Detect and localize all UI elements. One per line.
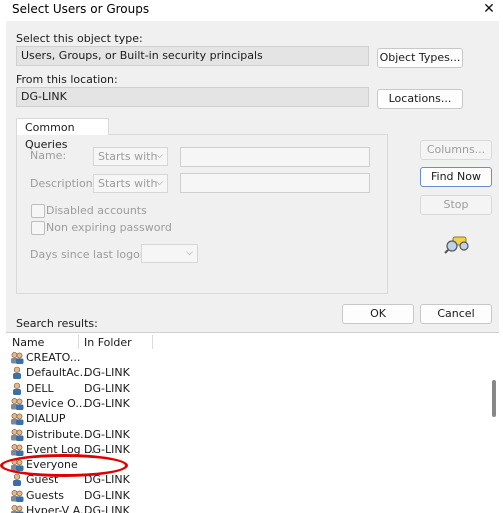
group-icon xyxy=(10,412,24,425)
list-item[interactable]: Device O...DG-LINK xyxy=(6,396,486,411)
window-title: Select Users or Groups xyxy=(12,2,149,16)
search-icon xyxy=(443,234,469,254)
row-folder: DG-LINK xyxy=(84,381,130,396)
search-results-label: Search results: xyxy=(16,317,98,330)
column-header-folder[interactable]: In Folder xyxy=(84,336,132,349)
list-item[interactable]: Event Log ...DG-LINK xyxy=(6,442,486,457)
row-name: Guest xyxy=(26,472,58,487)
row-folder: DG-LINK xyxy=(84,427,130,442)
scrollbar-track[interactable] xyxy=(488,353,497,511)
group-icon xyxy=(10,489,24,502)
list-item[interactable]: Distribute...DG-LINK xyxy=(6,427,486,442)
row-name: CREATO... xyxy=(26,350,80,365)
list-item[interactable]: Guest DG-LINK xyxy=(6,472,486,487)
object-type-label: Select this object type: xyxy=(16,32,143,45)
columns-button[interactable]: Columns... xyxy=(420,140,492,160)
days-since-logon-label: Days since last logon: xyxy=(30,248,151,261)
title-bar: Select Users or Groups ✕ xyxy=(0,0,503,21)
scrollbar-thumb[interactable] xyxy=(492,380,496,417)
ok-button[interactable]: OK xyxy=(342,304,414,324)
object-types-button[interactable]: Object Types... xyxy=(377,48,463,68)
row-folder: DG-LINK xyxy=(84,472,130,487)
row-name: DELL xyxy=(26,381,54,396)
list-item[interactable]: Guests DG-LINK xyxy=(6,488,486,503)
non-expiring-checkbox[interactable] xyxy=(31,221,45,235)
user-icon xyxy=(10,366,24,379)
list-item[interactable]: DELL DG-LINK xyxy=(6,381,486,396)
row-folder: DG-LINK xyxy=(84,442,130,457)
close-icon[interactable]: ✕ xyxy=(480,0,498,18)
column-divider[interactable] xyxy=(78,335,79,349)
group-icon xyxy=(10,397,24,410)
list-item[interactable]: Everyone xyxy=(6,457,486,472)
user-icon xyxy=(10,382,24,395)
description-label: Description: xyxy=(30,177,96,190)
row-name: DIALUP xyxy=(26,411,66,426)
row-name: Device O... xyxy=(26,396,86,411)
days-since-logon-select[interactable]: ⌵ xyxy=(141,244,198,263)
disabled-accounts-checkbox[interactable] xyxy=(31,204,45,218)
row-name: Guests xyxy=(26,488,64,503)
location-label: From this location: xyxy=(16,73,118,86)
list-item[interactable]: DIALUP xyxy=(6,411,486,426)
row-name: Everyone xyxy=(26,457,78,472)
cancel-button[interactable]: Cancel xyxy=(420,304,492,324)
find-now-button[interactable]: Find Now xyxy=(420,167,492,187)
non-expiring-label: Non expiring password xyxy=(46,221,172,234)
group-icon xyxy=(10,443,24,456)
row-folder: DG-LINK xyxy=(84,488,130,503)
dialog-body: Select this object type: Users, Groups, … xyxy=(6,21,499,334)
row-name: Distribute... xyxy=(26,427,91,442)
list-item[interactable]: DefaultAc...DG-LINK xyxy=(6,365,486,380)
disabled-accounts-label: Disabled accounts xyxy=(46,204,147,217)
stop-button[interactable]: Stop xyxy=(420,195,492,215)
tab-common-queries[interactable]: Common Queries xyxy=(16,118,109,135)
name-input[interactable] xyxy=(180,147,370,167)
chevron-down-icon: ⌵ xyxy=(156,175,163,192)
column-header-name[interactable]: Name xyxy=(12,336,44,349)
user-icon xyxy=(10,473,24,486)
search-results-list[interactable]: Name In Folder CREATO...DefaultAc...DG-L… xyxy=(6,332,499,513)
object-type-field: Users, Groups, or Built-in security prin… xyxy=(16,46,369,66)
name-mode-select[interactable]: Starts with ⌵ xyxy=(93,147,168,166)
name-label: Name: xyxy=(30,149,66,162)
chevron-down-icon: ⌵ xyxy=(156,148,163,165)
description-input[interactable] xyxy=(180,173,370,193)
group-icon xyxy=(10,351,24,364)
locations-button[interactable]: Locations... xyxy=(377,89,463,109)
description-mode-value: Starts with xyxy=(98,177,157,190)
list-item[interactable]: CREATO... xyxy=(6,350,486,365)
row-folder: DG-LINK xyxy=(84,396,130,411)
name-mode-value: Starts with xyxy=(98,150,157,163)
location-field: DG-LINK xyxy=(16,87,369,107)
description-mode-select[interactable]: Starts with ⌵ xyxy=(93,174,168,193)
row-name: DefaultAc... xyxy=(26,365,90,380)
group-icon xyxy=(10,458,24,471)
row-folder: DG-LINK xyxy=(84,365,130,380)
column-divider[interactable] xyxy=(152,335,153,349)
group-icon xyxy=(10,428,24,441)
chevron-down-icon: ⌵ xyxy=(186,245,193,262)
